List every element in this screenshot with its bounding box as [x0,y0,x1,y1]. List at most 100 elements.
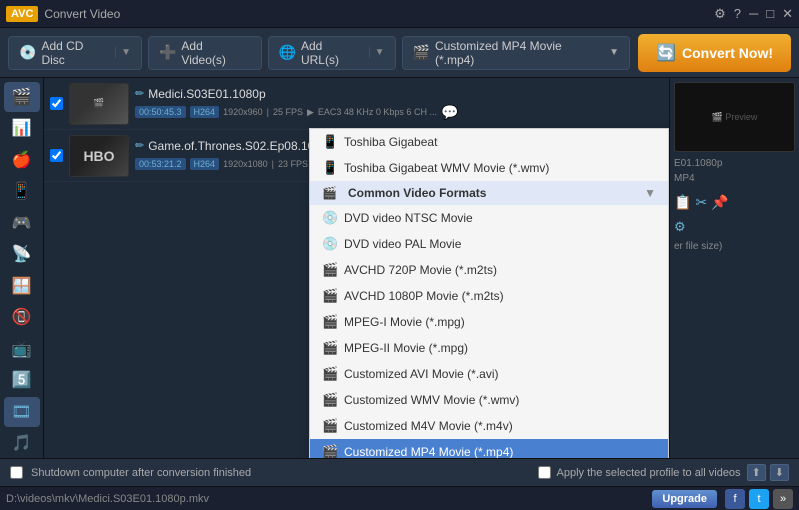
apply-icons[interactable]: ⬆ ⬇ [747,464,789,481]
file2-edit-icon: ✏ [135,139,144,152]
file1-message-icon[interactable]: 💬 [441,104,458,121]
format-icon: 🎬 [413,44,430,61]
format-arrow[interactable]: ▼ [609,47,619,58]
item-icon-6: 🎬 [322,366,338,382]
window-controls[interactable]: ⚙ ? ─ □ ✕ [714,6,793,22]
dropdown-item-toshiba[interactable]: 📱 Toshiba Gigabeat [310,129,668,155]
apply-all: Apply the selected profile to all videos… [538,464,790,481]
item-icon-2: 🎬 [322,262,338,278]
item-icon-8: 🎬 [322,418,338,434]
sidebar-item-film[interactable]: 🎞 [4,397,40,427]
dropdown-group-item-9[interactable]: 🎬Customized MP4 Movie (*.mp4) [310,439,668,458]
sidebar-item-playstation[interactable]: 🎮 [4,208,40,238]
group-icon: 🎬 [322,186,337,200]
file2-checkbox[interactable] [50,149,63,162]
file1-checkbox[interactable] [50,97,63,110]
convert-now-label: Convert Now! [682,45,773,61]
dropdown-group-item-5[interactable]: 🎬MPEG-II Movie (*.mpg) [310,335,668,361]
settings-row: ⚙ [674,219,795,235]
paste-icon[interactable]: 📌 [711,194,728,211]
item-icon-0: 💿 [322,210,338,226]
dropdown-group-item-4[interactable]: 🎬MPEG-I Movie (*.mpg) [310,309,668,335]
convert-now-button[interactable]: 🔄 Convert Now! [638,34,791,72]
file1-info: ✏ Medici.S03E01.1080p 00:50:45.3 H264 19… [135,87,663,121]
video-add-icon: ➕ [159,44,176,61]
shutdown-checkbox[interactable] [10,466,23,479]
add-cd-label: Add CD Disc [41,39,110,67]
sidebar-item-apple[interactable]: 🍎 [4,145,40,175]
url-icon: 🌐 [279,44,296,61]
social-icons[interactable]: f t » [725,489,793,509]
side-icon-bar: 🎬 📊 🍎 📱 🎮 📡 🪟 📵 📺 5️⃣ 🎞 🎵 [0,78,44,458]
path-bar: D:\videos\mkv\Medici.S03E01.1080p.mkv Up… [0,486,799,510]
format-selected-label: Customized MP4 Movie (*.mp4) [435,39,604,67]
right-panel-info: E01.1080p MP4 [674,156,795,186]
dropdown-group-item-3[interactable]: 🎬AVCHD 1080P Movie (*.m2ts) [310,283,668,309]
dropdown-group-item-8[interactable]: 🎬Customized M4V Movie (*.m4v) [310,413,668,439]
twitter-icon[interactable]: t [749,489,769,509]
toshiba-icon: 📱 [322,134,338,150]
item-icon-7: 🎬 [322,392,338,408]
sidebar-item-chart[interactable]: 📊 [4,114,40,144]
dropdown-group-items: 💿DVD video NTSC Movie💿DVD video PAL Movi… [310,205,668,458]
more-icon[interactable]: » [773,489,793,509]
sidebar-item-android[interactable]: 📱 [4,177,40,207]
close-icon[interactable]: ✕ [782,6,793,22]
add-url-button[interactable]: 🌐 Add URL(s) ▼ [268,36,396,70]
minimize-icon[interactable]: ─ [749,6,758,21]
main-area: 🎬 📊 🍎 📱 🎮 📡 🪟 📵 📺 5️⃣ 🎞 🎵 🎬 ✏ Medici.S03… [0,78,799,458]
shutdown-text: Shutdown computer after conversion finis… [31,467,251,479]
facebook-icon[interactable]: f [725,489,745,509]
apply-all-checkbox[interactable] [538,466,551,479]
app-title: Convert Video [44,7,714,21]
maximize-icon[interactable]: □ [766,6,774,21]
sidebar-item-huawei[interactable]: 📡 [4,240,40,270]
add-cd-arrow[interactable]: ▼ [115,47,131,58]
apply-icon-2[interactable]: ⬇ [770,464,789,481]
right-panel-actions[interactable]: 📋 ✂ 📌 [674,194,795,211]
dropdown-group-item-1[interactable]: 💿DVD video PAL Movie [310,231,668,257]
settings-icon[interactable]: ⚙ [714,6,726,22]
apply-all-text: Apply the selected profile to all videos [557,467,741,479]
dropdown-group-item-0[interactable]: 💿DVD video NTSC Movie [310,205,668,231]
right-panel-thumbnail: 🎬 Preview [674,82,795,152]
settings-small-icon[interactable]: ⚙ [674,219,686,235]
file1-thumbnail: 🎬 [69,83,129,125]
upgrade-button[interactable]: Upgrade [652,490,717,508]
sidebar-item-music[interactable]: 🎵 [4,429,40,459]
file-list: 🎬 ✏ Medici.S03E01.1080p 00:50:45.3 H264 … [44,78,669,458]
right-panel: 🎬 Preview E01.1080p MP4 📋 ✂ 📌 ⚙ er file … [669,78,799,458]
item-icon-1: 💿 [322,236,338,252]
toolbar: 💿 Add CD Disc ▼ ➕ Add Video(s) 🌐 Add URL… [0,28,799,78]
apply-icon-1[interactable]: ⬆ [747,464,766,481]
sidebar-item-video[interactable]: 🎬 [4,82,40,112]
dropdown-group-header[interactable]: 🎬 Common Video Formats ▼ [310,181,668,205]
cut-icon[interactable]: ✂ [695,194,707,211]
sidebar-item-windows[interactable]: 🪟 [4,271,40,301]
help-icon[interactable]: ? [734,6,741,21]
sidebar-item-phone[interactable]: 📵 [4,303,40,333]
item-icon-5: 🎬 [322,340,338,356]
app-logo: AVC [6,6,38,22]
format-dropdown[interactable]: 📱 Toshiba Gigabeat 📱 Toshiba Gigabeat WM… [309,128,669,458]
add-url-arrow[interactable]: ▼ [369,47,385,58]
file2-thumbnail: HBO [69,135,129,177]
dropdown-group-item-7[interactable]: 🎬Customized WMV Movie (*.wmv) [310,387,668,413]
sidebar-item-tv[interactable]: 📺 [4,334,40,364]
list-item: 🎬 ✏ Medici.S03E01.1080p 00:50:45.3 H264 … [44,78,669,130]
add-video-button[interactable]: ➕ Add Video(s) [148,36,262,70]
copy-icon[interactable]: 📋 [674,194,691,211]
item-icon-9: 🎬 [322,444,338,458]
toolbar-right: 🎬 Customized MP4 Movie (*.mp4) ▼ 🔄 Conve… [402,34,791,72]
file-path: D:\videos\mkv\Medici.S03E01.1080p.mkv [6,493,644,505]
dropdown-group-item-2[interactable]: 🎬AVCHD 720P Movie (*.m2ts) [310,257,668,283]
sidebar-item-html5[interactable]: 5️⃣ [4,366,40,396]
item-icon-4: 🎬 [322,314,338,330]
toshiba-wmv-icon: 📱 [322,160,338,176]
group-collapse-icon[interactable]: ▼ [644,186,656,200]
add-cd-button[interactable]: 💿 Add CD Disc ▼ [8,36,142,70]
dropdown-group-item-6[interactable]: 🎬Customized AVI Movie (*.avi) [310,361,668,387]
title-bar: AVC Convert Video ⚙ ? ─ □ ✕ [0,0,799,28]
dropdown-item-toshiba-wmv[interactable]: 📱 Toshiba Gigabeat WMV Movie (*.wmv) [310,155,668,181]
format-selector[interactable]: 🎬 Customized MP4 Movie (*.mp4) ▼ [402,36,631,70]
